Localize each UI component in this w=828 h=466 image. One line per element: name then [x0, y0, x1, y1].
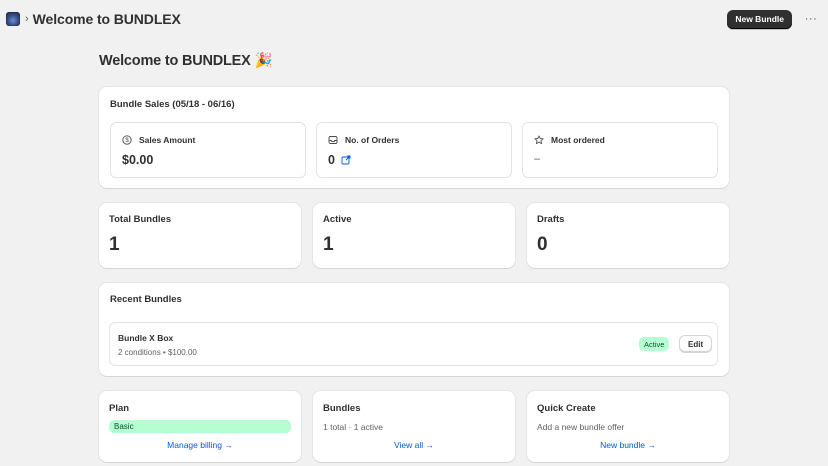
active-bundles-label: Active — [323, 214, 352, 225]
bundles-summary-title: Bundles — [323, 403, 361, 414]
sales-amount-label: Sales Amount — [139, 135, 196, 145]
recent-bundles-title: Recent Bundles — [110, 294, 182, 305]
new-bundle-button[interactable]: New Bundle — [727, 9, 792, 29]
quick-create-title: Quick Create — [537, 403, 596, 414]
sales-amount-value: $0.00 — [122, 153, 154, 167]
draft-bundles-card: Drafts 0 — [527, 203, 729, 268]
sales-amount-stat: $ Sales Amount $0.00 — [110, 122, 306, 178]
most-ordered-label: Most ordered — [551, 135, 605, 145]
plan-title: Plan — [109, 403, 130, 414]
bundle-name: Bundle X Box — [118, 333, 174, 343]
total-bundles-label: Total Bundles — [109, 214, 172, 225]
new-bundle-link[interactable]: New bundle → — [527, 440, 729, 450]
most-ordered-value: – — [534, 153, 541, 165]
star-icon — [534, 135, 544, 145]
plan-name-badge: Basic — [109, 420, 291, 433]
total-bundles-card: Total Bundles 1 — [99, 203, 301, 268]
external-link-icon[interactable] — [341, 155, 351, 165]
most-ordered-stat: Most ordered – — [522, 122, 718, 178]
active-bundles-card: Active 1 — [313, 203, 515, 268]
orders-value: 0 — [328, 153, 335, 167]
bundle-meta: 2 conditions • $100.00 — [118, 348, 197, 357]
manage-billing-link[interactable]: Manage billing → — [99, 440, 301, 450]
draft-bundles-label: Drafts — [537, 214, 565, 225]
page-title: Welcome to BUNDLEX 🎉 — [99, 53, 273, 69]
svg-text:$: $ — [125, 138, 129, 144]
list-item[interactable]: Bundle X Box 2 conditions • $100.00 Acti… — [109, 322, 718, 366]
bundles-summary-card: Bundles 1 total · 1 active View all → — [313, 391, 515, 462]
bundles-summary-text: 1 total · 1 active — [323, 422, 384, 432]
inbox-icon — [328, 135, 338, 145]
edit-button[interactable]: Edit — [679, 335, 713, 353]
total-bundles-value: 1 — [109, 234, 120, 255]
orders-label: No. of Orders — [345, 135, 400, 145]
app-title: Welcome to BUNDLEX — [32, 11, 181, 27]
dollar-circle-icon: $ — [122, 135, 132, 145]
view-all-link[interactable]: View all → — [313, 440, 515, 450]
quick-create-text: Add a new bundle offer — [537, 422, 625, 432]
bundle-sales-card: Bundle Sales (05/18 - 06/16) $ Sales Amo… — [99, 87, 729, 188]
top-bar: › Welcome to BUNDLEX New Bundle ··· — [0, 0, 828, 38]
globe-app-icon[interactable] — [6, 12, 20, 26]
orders-stat: No. of Orders 0 — [316, 122, 512, 178]
quick-create-card: Quick Create Add a new bundle offer New … — [527, 391, 729, 462]
bundle-sales-title: Bundle Sales (05/18 - 06/16) — [110, 99, 235, 110]
recent-bundles-card: Recent Bundles Bundle X Box 2 conditions… — [99, 283, 729, 376]
plan-card: Plan Basic Manage billing → — [99, 391, 301, 462]
draft-bundles-value: 0 — [537, 234, 548, 255]
status-badge: Active — [639, 337, 670, 351]
more-actions-icon[interactable]: ··· — [802, 10, 820, 28]
active-bundles-value: 1 — [323, 234, 334, 255]
breadcrumb-chevron-icon: › — [25, 13, 29, 25]
